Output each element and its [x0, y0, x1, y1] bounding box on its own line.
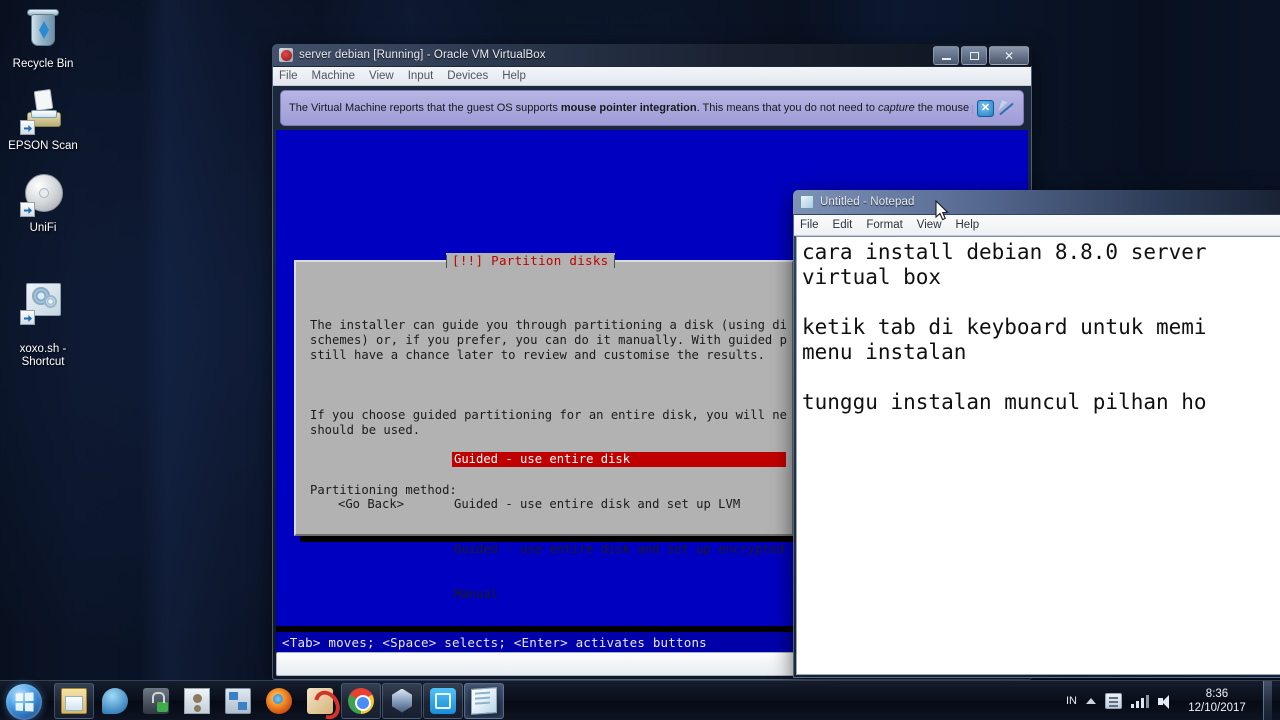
taskbar-item-notepad[interactable]: [464, 682, 504, 719]
lock-icon: [143, 687, 169, 714]
mouse-integration-notification: The Virtual Machine reports that the gue…: [280, 90, 1024, 126]
notepad-titlebar[interactable]: Untitled - Notepad: [793, 190, 1280, 214]
vmware-icon: [430, 687, 456, 714]
ccleaner-icon: [307, 687, 333, 714]
menu-input[interactable]: Input: [408, 70, 434, 82]
dialog-paragraph-1: The installer can guide you through part…: [310, 318, 787, 362]
notepad-text-area[interactable]: cara install debian 8.8.0 server virtual…: [796, 236, 1280, 675]
virtualbox-titlebar[interactable]: server debian [Running] - Oracle VM Virt…: [272, 44, 1032, 66]
firefox-icon: [266, 687, 292, 714]
option-guided-encrypted-lvm[interactable]: Guided - use entire disk and set up encr…: [452, 542, 786, 557]
taskbar-item-network-tool[interactable]: [218, 683, 258, 719]
desktop-icon-recycle-bin[interactable]: Recycle Bin: [0, 6, 86, 71]
person-card-icon: [184, 687, 210, 714]
go-back-button[interactable]: <Go Back>: [338, 497, 404, 512]
menu-machine[interactable]: Machine: [312, 70, 355, 82]
dialog-title: [!!] Partition disks: [446, 253, 615, 268]
menu-file[interactable]: File: [800, 219, 819, 231]
menu-devices[interactable]: Devices: [447, 70, 488, 82]
partition-disks-dialog[interactable]: [!!] Partition disks The installer can g…: [294, 253, 794, 601]
chrome-icon: [348, 687, 374, 714]
taskbar-item-vmware[interactable]: [423, 682, 463, 719]
network-icon: [225, 687, 251, 714]
notepad-window[interactable]: Untitled - Notepad File Edit Format View…: [793, 190, 1280, 678]
recycle-bin-icon: [19, 6, 67, 54]
desktop-icon-label: xoxo.sh - Shortcut: [19, 343, 67, 368]
wave-icon: [102, 687, 128, 714]
taskbar-item-user-account[interactable]: [177, 683, 217, 719]
clock-date: 12/10/2017: [1188, 702, 1246, 714]
shortcut-arrow-icon: [20, 310, 35, 325]
minimize-button[interactable]: [933, 46, 959, 65]
option-guided-lvm[interactable]: Guided - use entire disk and set up LVM: [452, 497, 786, 512]
taskbar-item-wave-app[interactable]: [95, 683, 135, 719]
partitioning-method-list[interactable]: Guided - use entire disk Guided - use en…: [452, 422, 787, 632]
option-guided-entire-disk[interactable]: Guided - use entire disk: [452, 452, 787, 467]
maximize-button[interactable]: [961, 46, 987, 65]
close-button[interactable]: ✕: [989, 46, 1029, 65]
clock-time: 8:36: [1205, 688, 1229, 700]
show-desktop-button[interactable]: [1263, 681, 1272, 720]
taskbar-item-virtualbox[interactable]: [382, 682, 422, 719]
notepad-menubar[interactable]: File Edit Format View Help: [794, 215, 1280, 236]
notification-text: The Virtual Machine reports that the gue…: [289, 102, 973, 114]
virtualbox-icon: [389, 688, 415, 714]
mouse-pointer-disabled-icon[interactable]: [998, 100, 1015, 117]
windows-logo-icon: [6, 683, 42, 720]
start-button[interactable]: [2, 682, 48, 720]
mouse-cursor: [935, 200, 949, 221]
option-manual[interactable]: Manual: [452, 587, 786, 602]
folder-icon: [61, 687, 87, 714]
virtualbox-app-icon: [279, 48, 293, 62]
window-controls[interactable]: ✕: [933, 46, 1029, 65]
taskbar-item-google-chrome[interactable]: [341, 682, 381, 719]
virtualbox-menubar[interactable]: File Machine View Input Devices Help: [273, 67, 1031, 86]
desktop-icon-label: Recycle Bin: [12, 58, 74, 70]
flag-icon[interactable]: [1105, 693, 1122, 709]
menu-file[interactable]: File: [279, 70, 298, 82]
xoxo-sh-shortcut-icon: [19, 278, 67, 326]
shortcut-arrow-icon: [20, 202, 35, 217]
taskbar[interactable]: IN 8:36 12/10/2017: [0, 680, 1280, 720]
menu-help[interactable]: Help: [956, 219, 980, 231]
desktop-icon-label: UniFi: [29, 222, 57, 234]
desktop-icon-xoxo-sh[interactable]: xoxo.sh - Shortcut: [0, 265, 86, 382]
shortcut-arrow-icon: [20, 120, 35, 135]
speaker-icon[interactable]: [1158, 694, 1175, 709]
unifi-icon: [19, 170, 67, 218]
notepad-icon: [471, 686, 497, 715]
virtualbox-title-text: server debian [Running] - Oracle VM Virt…: [299, 49, 546, 61]
menu-edit[interactable]: Edit: [833, 219, 853, 231]
system-tray[interactable]: IN 8:36 12/10/2017: [1066, 681, 1280, 720]
desktop-icon-label: EPSON Scan: [8, 140, 78, 152]
desktop-icon-unifi[interactable]: UniFi: [0, 170, 86, 235]
taskbar-item-lock-app[interactable]: [136, 683, 176, 719]
taskbar-item-firefox[interactable]: [259, 683, 299, 719]
taskbar-buttons[interactable]: [54, 682, 504, 720]
epson-scan-icon: [19, 88, 67, 136]
desktop-icon-epson-scan[interactable]: EPSON Scan: [0, 88, 86, 153]
language-indicator[interactable]: IN: [1066, 695, 1077, 707]
notepad-title-text: Untitled - Notepad: [820, 196, 915, 208]
menu-format[interactable]: Format: [866, 219, 902, 231]
signal-bars-icon[interactable]: [1131, 694, 1149, 708]
menu-help[interactable]: Help: [502, 70, 526, 82]
clock[interactable]: 8:36 12/10/2017: [1184, 687, 1250, 715]
taskbar-item-windows-explorer[interactable]: [54, 682, 94, 719]
close-notification-icon[interactable]: ✕: [977, 99, 994, 117]
menu-view[interactable]: View: [369, 70, 394, 82]
notepad-app-icon: [800, 195, 814, 209]
taskbar-item-ccleaner[interactable]: [300, 683, 340, 719]
chevron-up-icon[interactable]: [1086, 698, 1096, 704]
